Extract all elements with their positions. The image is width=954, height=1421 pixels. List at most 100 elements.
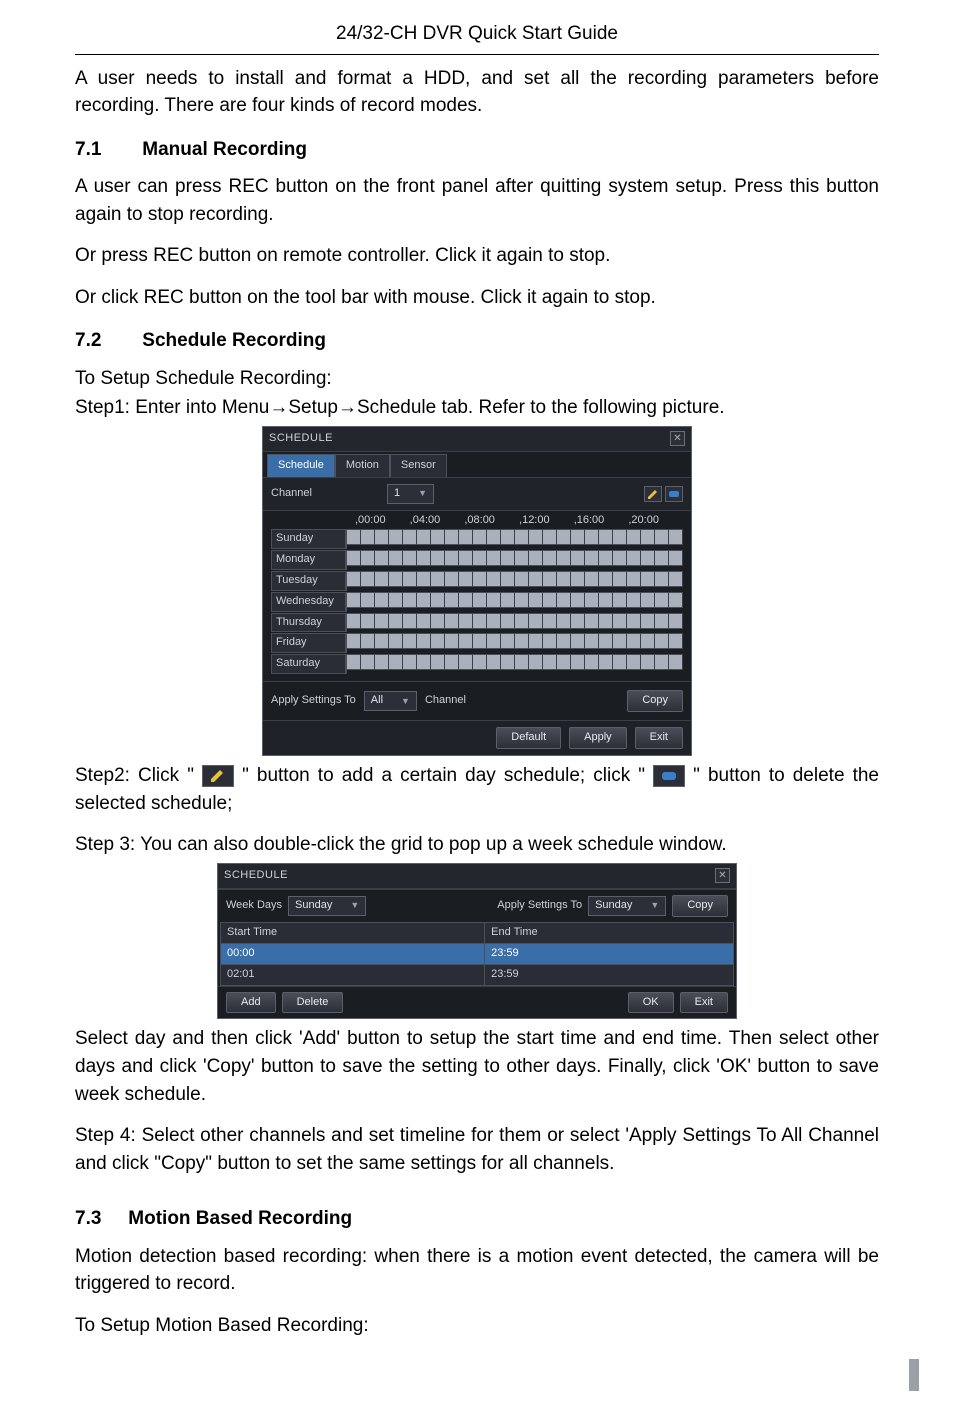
- eraser-icon[interactable]: [665, 486, 683, 502]
- grid-cell[interactable]: [403, 529, 417, 545]
- table-row[interactable]: 00:00 23:59: [221, 943, 734, 964]
- grid-cell[interactable]: [501, 592, 515, 608]
- grid-cell[interactable]: [515, 592, 529, 608]
- grid-cell[interactable]: [487, 571, 501, 587]
- grid-cell[interactable]: [375, 571, 389, 587]
- grid-cell[interactable]: [431, 613, 445, 629]
- grid-cell[interactable]: [529, 571, 543, 587]
- grid-cell[interactable]: [403, 613, 417, 629]
- grid-cell[interactable]: [361, 529, 375, 545]
- grid-cell[interactable]: [655, 571, 669, 587]
- grid-cell[interactable]: [487, 529, 501, 545]
- grid-cell[interactable]: [585, 571, 599, 587]
- grid-cell[interactable]: [347, 592, 361, 608]
- grid-cell[interactable]: [361, 654, 375, 670]
- day-grid[interactable]: [346, 571, 683, 591]
- grid-cell[interactable]: [347, 654, 361, 670]
- grid-cell[interactable]: [375, 529, 389, 545]
- grid-cell[interactable]: [515, 571, 529, 587]
- tab-motion[interactable]: Motion: [335, 454, 390, 477]
- grid-cell[interactable]: [389, 654, 403, 670]
- grid-cell[interactable]: [431, 633, 445, 649]
- grid-cell[interactable]: [655, 529, 669, 545]
- grid-cell[interactable]: [417, 571, 431, 587]
- grid-cell[interactable]: [515, 529, 529, 545]
- week-copy-button[interactable]: Copy: [672, 895, 728, 917]
- grid-cell[interactable]: [627, 571, 641, 587]
- grid-cell[interactable]: [389, 571, 403, 587]
- grid-cell[interactable]: [641, 633, 655, 649]
- day-grid[interactable]: [346, 592, 683, 612]
- grid-cell[interactable]: [501, 571, 515, 587]
- grid-cell[interactable]: [627, 613, 641, 629]
- grid-cell[interactable]: [459, 613, 473, 629]
- grid-cell[interactable]: [585, 592, 599, 608]
- grid-cell[interactable]: [599, 529, 613, 545]
- grid-cell[interactable]: [613, 550, 627, 566]
- grid-cell[interactable]: [557, 550, 571, 566]
- grid-cell[interactable]: [445, 550, 459, 566]
- grid-cell[interactable]: [431, 529, 445, 545]
- copy-button[interactable]: Copy: [627, 690, 683, 712]
- grid-cell[interactable]: [459, 529, 473, 545]
- tab-sensor[interactable]: Sensor: [390, 454, 447, 477]
- grid-cell[interactable]: [627, 592, 641, 608]
- grid-cell[interactable]: [627, 633, 641, 649]
- grid-cell[interactable]: [669, 571, 683, 587]
- grid-cell[interactable]: [599, 571, 613, 587]
- channel-select[interactable]: 1 ▼: [387, 484, 434, 504]
- grid-cell[interactable]: [403, 654, 417, 670]
- grid-cell[interactable]: [361, 550, 375, 566]
- default-button[interactable]: Default: [496, 727, 561, 749]
- grid-cell[interactable]: [459, 654, 473, 670]
- day-grid[interactable]: [346, 529, 683, 549]
- grid-cell[interactable]: [375, 613, 389, 629]
- grid-cell[interactable]: [361, 613, 375, 629]
- grid-cell[interactable]: [445, 613, 459, 629]
- grid-cell[interactable]: [543, 571, 557, 587]
- grid-cell[interactable]: [655, 633, 669, 649]
- grid-cell[interactable]: [473, 550, 487, 566]
- grid-cell[interactable]: [375, 654, 389, 670]
- grid-cell[interactable]: [417, 633, 431, 649]
- grid-cell[interactable]: [347, 550, 361, 566]
- grid-cell[interactable]: [585, 654, 599, 670]
- grid-cell[interactable]: [529, 550, 543, 566]
- grid-cell[interactable]: [543, 529, 557, 545]
- grid-cell[interactable]: [557, 613, 571, 629]
- table-row[interactable]: 02:01 23:59: [221, 964, 734, 985]
- grid-cell[interactable]: [641, 550, 655, 566]
- grid-cell[interactable]: [515, 613, 529, 629]
- grid-cell[interactable]: [669, 550, 683, 566]
- grid-cell[interactable]: [599, 654, 613, 670]
- grid-cell[interactable]: [417, 592, 431, 608]
- grid-cell[interactable]: [529, 654, 543, 670]
- grid-cell[interactable]: [445, 654, 459, 670]
- grid-cell[interactable]: [543, 633, 557, 649]
- apply-button[interactable]: Apply: [569, 727, 627, 749]
- grid-cell[interactable]: [669, 613, 683, 629]
- grid-cell[interactable]: [515, 633, 529, 649]
- grid-cell[interactable]: [641, 592, 655, 608]
- grid-cell[interactable]: [585, 633, 599, 649]
- exit-button[interactable]: Exit: [635, 727, 683, 749]
- grid-cell[interactable]: [445, 529, 459, 545]
- grid-cell[interactable]: [417, 529, 431, 545]
- grid-cell[interactable]: [515, 550, 529, 566]
- grid-cell[interactable]: [655, 613, 669, 629]
- grid-cell[interactable]: [557, 571, 571, 587]
- grid-cell[interactable]: [347, 613, 361, 629]
- grid-cell[interactable]: [347, 633, 361, 649]
- grid-cell[interactable]: [627, 654, 641, 670]
- grid-cell[interactable]: [669, 529, 683, 545]
- grid-cell[interactable]: [431, 654, 445, 670]
- grid-cell[interactable]: [613, 613, 627, 629]
- grid-cell[interactable]: [613, 592, 627, 608]
- grid-cell[interactable]: [571, 592, 585, 608]
- grid-cell[interactable]: [431, 571, 445, 587]
- grid-cell[interactable]: [473, 654, 487, 670]
- grid-cell[interactable]: [487, 633, 501, 649]
- grid-cell[interactable]: [389, 529, 403, 545]
- grid-cell[interactable]: [361, 633, 375, 649]
- grid-cell[interactable]: [571, 633, 585, 649]
